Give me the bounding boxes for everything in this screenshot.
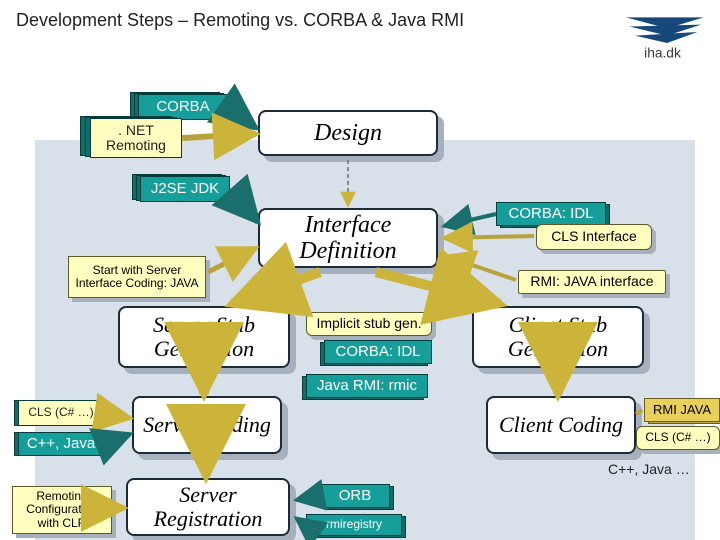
logo-iha: iha.dk (615, 10, 710, 65)
box-client-stub-gen: Client Stub Generation (472, 306, 644, 368)
box-client-coding-label: Client Coding (499, 413, 623, 437)
tag-rmi-java: RMI JAVA (644, 398, 720, 422)
tag-corba-label: CORBA (156, 99, 209, 116)
box-design-label: Design (314, 120, 382, 146)
note-rmi-java-interface-label: RMI: JAVA interface (530, 274, 653, 289)
tag-j2se-label: J2SE JDK (151, 181, 219, 198)
box-client-coding: Client Coding (486, 396, 636, 454)
box-server-stub-gen-label: Server Stub Generation (124, 313, 284, 361)
note-cls-interface-label: CLS Interface (551, 229, 637, 244)
note-rmiregistry-label: rmiregistry (326, 518, 382, 531)
tag-rmi-java-label: RMI JAVA (653, 403, 711, 417)
box-server-registration: Server Registration (126, 478, 290, 536)
note-cpp-java-right: C++, Java … (608, 462, 720, 484)
note-corba-idl-1: CORBA: IDL (496, 202, 606, 226)
note-cls-csharp-right: CLS (C# …) (636, 426, 720, 450)
note-rmiregistry: rmiregistry (306, 514, 402, 536)
logo-text: iha.dk (644, 46, 681, 61)
note-implicit-stub-gen-label: Implicit stub gen. (316, 316, 421, 331)
note-java-rmi-rmic: Java RMI: rmic (306, 374, 428, 398)
box-client-stub-gen-label: Client Stub Generation (478, 313, 638, 361)
note-start-with-server-label: Start with Server Interface Coding: JAVA (73, 264, 201, 290)
box-server-stub-gen: Server Stub Generation (118, 306, 290, 368)
note-java-rmi-rmic-label: Java RMI: rmic (317, 378, 417, 395)
page-title: Development Steps – Remoting vs. CORBA &… (16, 10, 464, 31)
note-cls-csharp-right-label: CLS (C# …) (645, 431, 710, 444)
note-corba-idl-2: CORBA: IDL (324, 340, 432, 364)
note-orb: ORB (320, 484, 390, 508)
note-rmi-java-interface: RMI: JAVA interface (518, 270, 666, 294)
tag-net-remoting-label: . NET Remoting (91, 123, 181, 154)
note-remoting-config-clr-label: Remoting Configuration with CLR (17, 490, 107, 530)
note-corba-idl-2-label: CORBA: IDL (335, 344, 420, 361)
tag-cls-csharp-label: CLS (C# …) (28, 406, 93, 419)
note-cpp-java-right-label: C++, Java … (608, 461, 690, 477)
box-server-coding: Server Coding (132, 396, 282, 454)
box-server-coding-label: Server Coding (143, 413, 271, 437)
box-interface-definition-label: Interface Definition (264, 212, 432, 265)
box-interface-definition: Interface Definition (258, 208, 438, 268)
note-cls-interface: CLS Interface (536, 224, 652, 250)
box-server-registration-label: Server Registration (132, 483, 284, 531)
note-corba-idl-1-label: CORBA: IDL (508, 206, 593, 223)
tag-net-remoting: . NET Remoting (90, 118, 182, 158)
note-orb-label: ORB (339, 488, 372, 505)
note-implicit-stub-gen: Implicit stub gen. (306, 312, 432, 336)
note-start-with-server: Start with Server Interface Coding: JAVA (68, 256, 206, 298)
tag-cpp-java: C++, Java (18, 432, 104, 456)
tag-cls-csharp: CLS (C# …) (18, 400, 104, 426)
note-remoting-config-clr: Remoting Configuration with CLR (12, 486, 112, 534)
tag-cpp-java-label: C++, Java (27, 436, 95, 453)
tag-j2se: J2SE JDK (140, 176, 230, 202)
box-design: Design (258, 110, 438, 156)
